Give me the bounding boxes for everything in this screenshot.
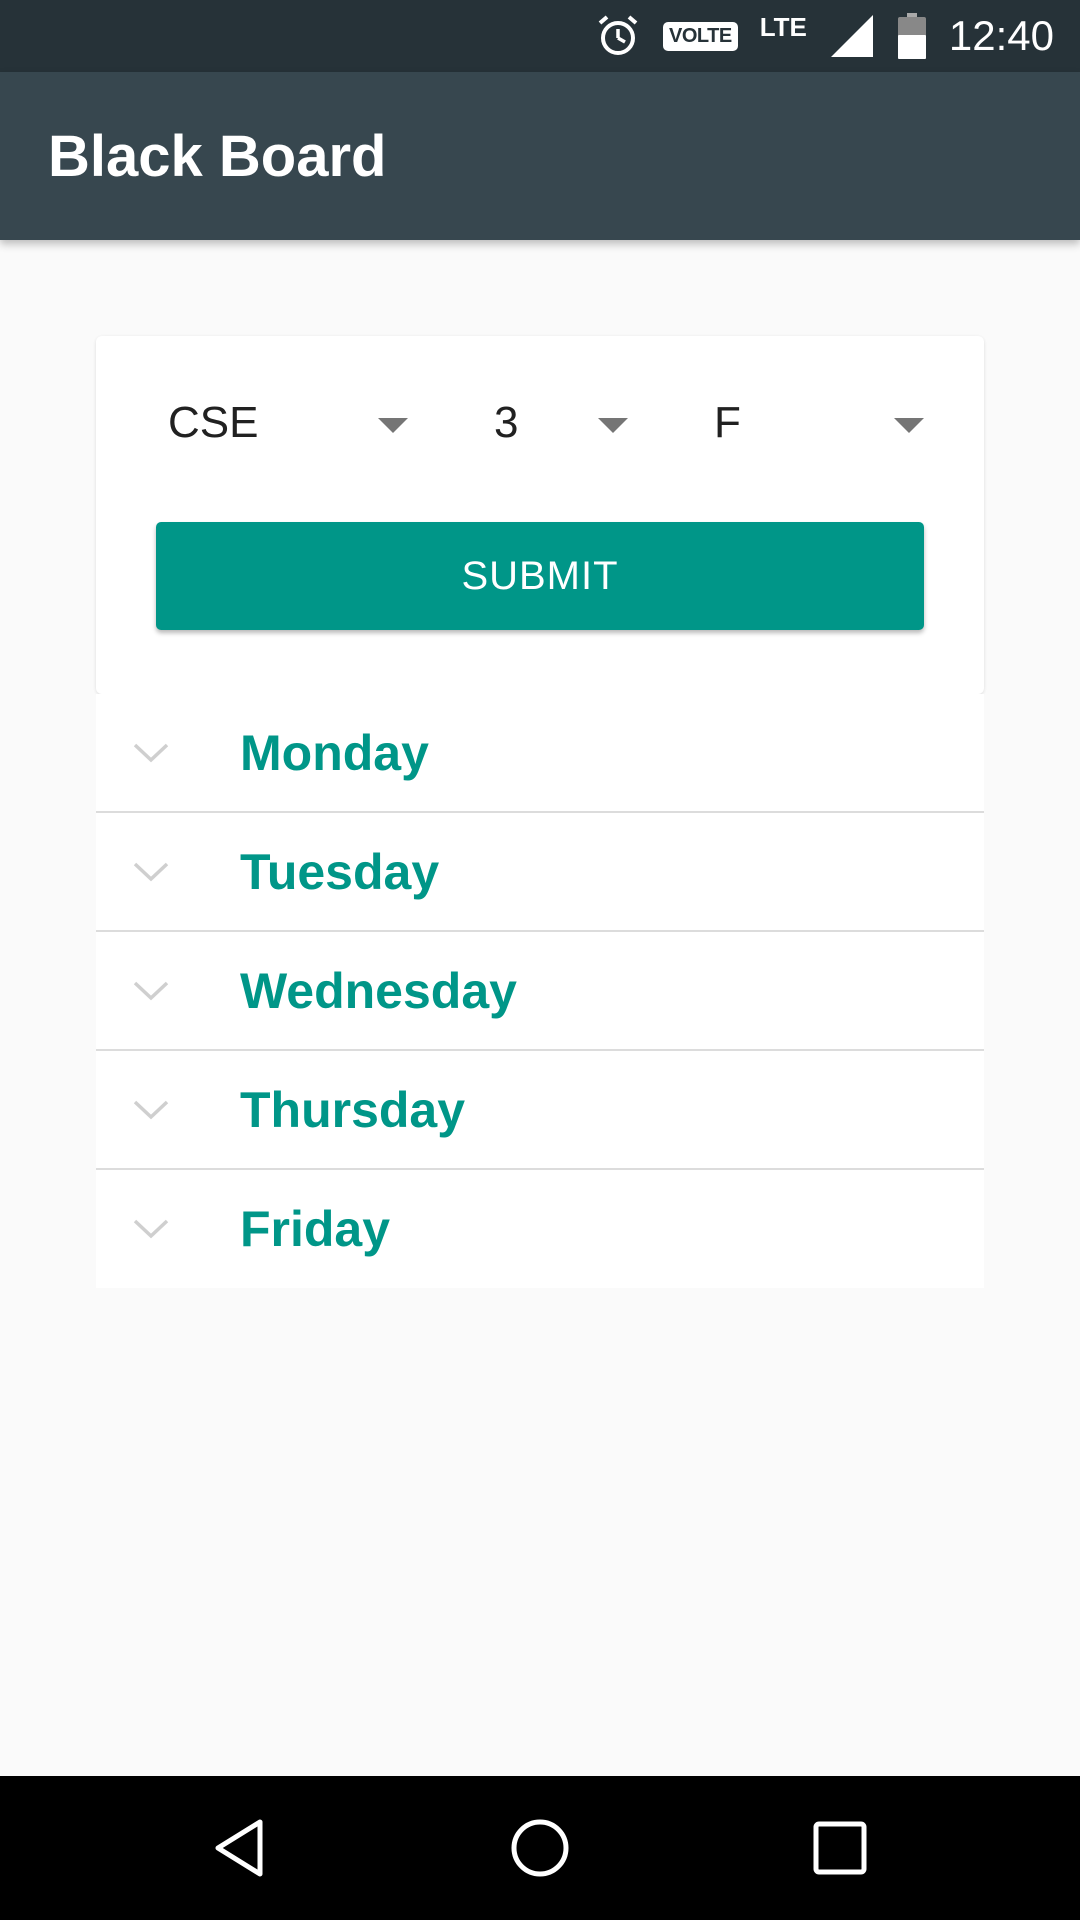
- section-dropdown[interactable]: F: [714, 388, 954, 458]
- page-title: Black Board: [48, 123, 387, 189]
- year-value: 3: [494, 398, 519, 447]
- status-time: 12:40: [948, 12, 1054, 59]
- day-row-tuesday[interactable]: Tuesday: [96, 813, 984, 932]
- status-bar: VOLTE LTE 12:40: [0, 0, 1080, 72]
- recents-icon[interactable]: [808, 1816, 872, 1880]
- day-list: Monday Tuesday Wednesday Thursday Friday: [96, 694, 984, 1288]
- day-label: Friday: [240, 1201, 391, 1257]
- day-label: Monday: [240, 724, 429, 781]
- department-value: CSE: [168, 398, 259, 447]
- day-row-friday[interactable]: Friday: [96, 1170, 984, 1288]
- app-bar: Black Board: [0, 72, 1080, 240]
- network-type-label: LTE: [759, 11, 807, 42]
- dropdown-arrow-icon: [894, 418, 924, 433]
- home-icon[interactable]: [508, 1816, 572, 1880]
- chevron-down-icon: [133, 1219, 169, 1239]
- chevron-down-icon: [133, 1100, 169, 1119]
- section-value: F: [714, 398, 741, 447]
- day-row-monday[interactable]: Monday: [96, 694, 984, 813]
- submit-button[interactable]: SUBMIT: [156, 522, 924, 630]
- signal-icon: [829, 13, 875, 59]
- day-label: Thursday: [240, 1081, 466, 1138]
- battery-icon: [897, 13, 927, 59]
- filter-card: CSE 3 F SUBMIT: [96, 336, 984, 694]
- chevron-down-icon: [133, 862, 169, 881]
- volte-badge: VOLTE: [663, 21, 738, 51]
- back-icon[interactable]: [208, 1816, 272, 1880]
- dropdown-arrow-icon: [598, 418, 628, 433]
- day-row-wednesday[interactable]: Wednesday: [96, 932, 984, 1051]
- department-dropdown[interactable]: CSE: [168, 388, 418, 458]
- navigation-bar: [0, 1776, 1080, 1920]
- day-label: Tuesday: [240, 843, 440, 900]
- year-dropdown[interactable]: 3: [494, 388, 644, 458]
- day-row-thursday[interactable]: Thursday: [96, 1051, 984, 1170]
- alarm-icon: [595, 13, 641, 59]
- chevron-down-icon: [133, 981, 169, 1000]
- chevron-down-icon: [133, 743, 169, 762]
- dropdown-arrow-icon: [378, 418, 408, 433]
- day-label: Wednesday: [240, 962, 517, 1019]
